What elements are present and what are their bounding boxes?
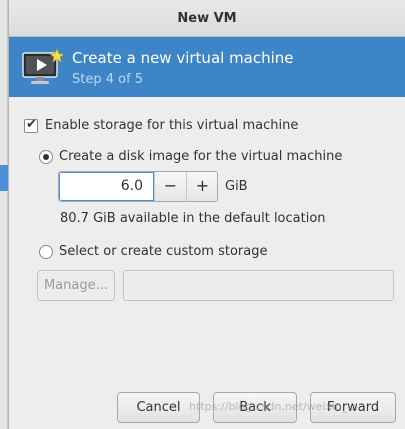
- increment-button[interactable]: +: [186, 172, 217, 201]
- custom-storage-path-input[interactable]: [123, 270, 394, 301]
- dialog-titlebar[interactable]: New VM: [9, 0, 405, 37]
- decrement-button[interactable]: −: [154, 172, 186, 201]
- banner-title: Create a new virtual machine: [72, 49, 294, 67]
- wizard-banner: Create a new virtual machine Step 4 of 5: [9, 37, 405, 97]
- radio-selected-dot: [43, 154, 49, 160]
- enable-storage-label[interactable]: Enable storage for this virtual machine: [45, 118, 298, 133]
- available-space-text: 80.7 GiB available in the default locati…: [60, 211, 326, 226]
- create-disk-radio[interactable]: [39, 150, 53, 164]
- disk-size-spinner: 6.0 − +: [58, 171, 218, 202]
- new-vm-dialog: New VM Create a new virtual machine Step…: [8, 0, 405, 429]
- cancel-button[interactable]: Cancel: [117, 392, 200, 423]
- background-selected-row: [0, 165, 8, 191]
- background-window-edge: [0, 0, 8, 429]
- enable-storage-checkbox[interactable]: ✔: [24, 117, 38, 133]
- banner-step: Step 4 of 5: [72, 72, 144, 87]
- disk-unit-label: GiB: [225, 179, 248, 194]
- checkmark-icon: ✔: [26, 117, 37, 132]
- disk-size-input[interactable]: 6.0: [59, 172, 154, 201]
- manage-button[interactable]: Manage...: [37, 270, 115, 301]
- custom-storage-label[interactable]: Select or create custom storage: [59, 244, 267, 259]
- watermark-text: https://blog.csdn.net/weixin_...: [189, 400, 359, 413]
- custom-storage-radio[interactable]: [39, 245, 53, 259]
- dialog-title: New VM: [177, 11, 237, 26]
- monitor-play-icon: [22, 48, 63, 84]
- create-disk-label[interactable]: Create a disk image for the virtual mach…: [59, 149, 342, 164]
